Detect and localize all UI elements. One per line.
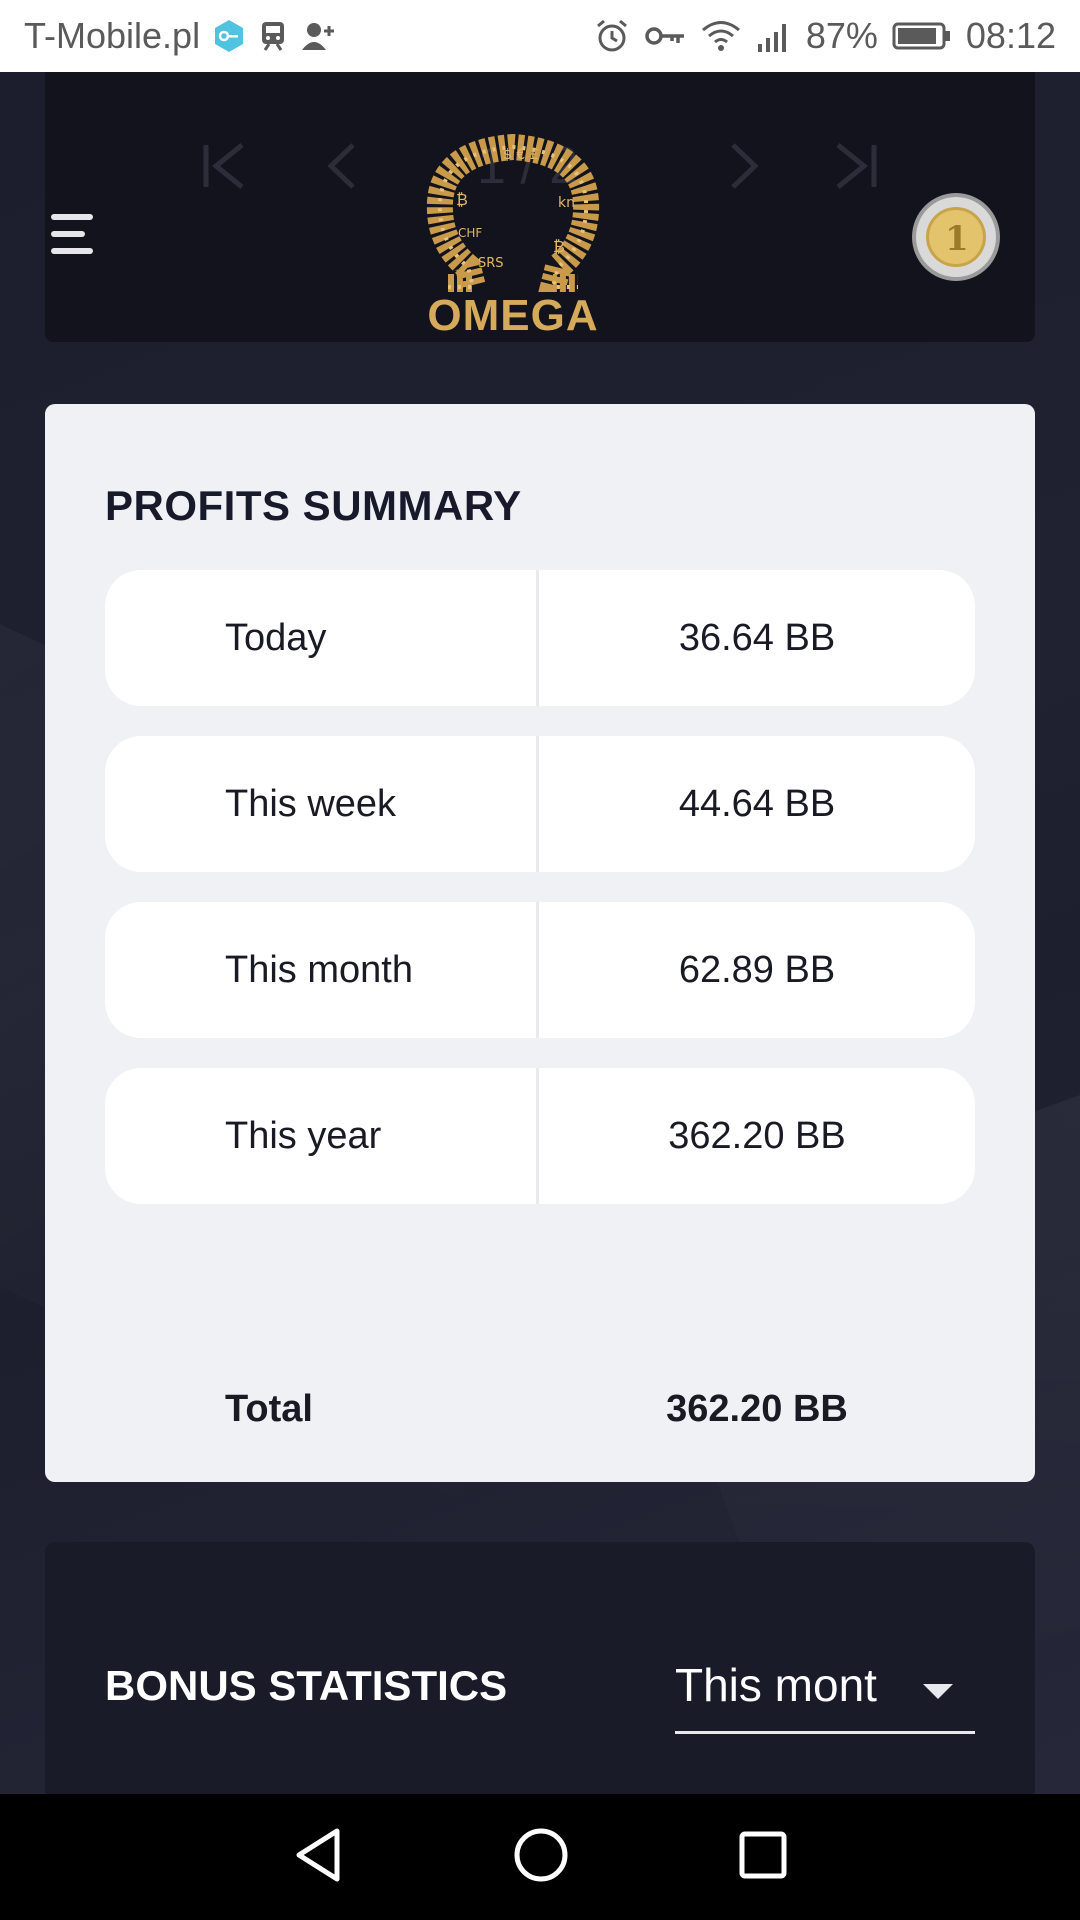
app-content: 1 / 2 ₿ kn CHF ₿ SRS $ € £ OMEGA 1 PROFI… [0,72,1080,1794]
period-select[interactable]: This mont [675,1654,975,1734]
total-value: 362.20 BB [666,1388,848,1430]
profits-summary-title: PROFITS SUMMARY [105,482,522,529]
row-label: Today [225,617,327,659]
row-label: This week [225,783,397,825]
battery-icon [892,21,952,51]
back-button[interactable] [293,1827,343,1888]
row-label: This year [225,1115,382,1157]
total-label: Total [225,1388,313,1430]
profit-row-week: This week 44.64 BB [105,736,975,872]
alarm-icon [594,18,630,54]
train-icon [258,20,288,52]
bonus-statistics-title: BONUS STATISTICS [105,1662,508,1709]
omega-emblem-icon: ₿ kn CHF ₿ SRS $ € £ [426,133,600,300]
svg-text:kn: kn [558,195,575,211]
carrier-name: T-Mobile.pl [24,15,201,56]
omega-logo: ₿ kn CHF ₿ SRS $ € £ OMEGA [418,127,608,342]
header: 1 / 2 ₿ kn CHF ₿ SRS $ € £ OMEGA 1 [45,72,1035,342]
row-value: 362.20 BB [668,1115,846,1157]
svg-text:₿: ₿ [553,237,565,256]
vpn-key-icon [212,19,246,53]
next-page-icon[interactable] [729,142,759,202]
recents-button[interactable] [739,1831,787,1884]
clock: 08:12 [965,15,1056,56]
row-value: 44.64 BB [678,783,836,825]
svg-text:₿: ₿ [456,190,468,209]
svg-text:CHF: CHF [458,226,482,240]
hamburger-icon[interactable] [51,214,93,254]
profit-row-year: This year 362.20 BB [105,1068,975,1204]
previous-page-icon[interactable] [327,142,357,202]
home-button[interactable] [513,1827,569,1888]
svg-text:$ € £: $ € £ [503,147,539,163]
euro-coin-icon[interactable]: 1 [911,192,1001,282]
svg-text:SRS: SRS [478,256,504,271]
logo-text: OMEGA [427,291,599,340]
first-page-icon[interactable] [202,142,246,202]
profit-total-row: Total 362.20 BB [105,1388,975,1448]
status-bar: T-Mobile.pl 87% 08:12 [0,0,1080,72]
profits-summary-card: PROFITS SUMMARY Today 36.64 BB This week… [45,404,1035,1482]
wifi-icon [700,18,742,54]
profit-row-today: Today 36.64 BB [105,570,975,706]
row-value: 62.89 BB [678,949,836,991]
svg-text:1: 1 [945,219,969,259]
last-page-icon[interactable] [834,142,878,202]
row-label: This month [225,949,413,991]
navigation-bar [0,1794,1080,1920]
key-icon [644,24,686,48]
add-person-icon [300,20,336,52]
battery-percent: 87% [805,15,878,56]
bonus-statistics-card: BONUS STATISTICS This mont [45,1542,1035,1794]
row-value: 36.64 BB [678,617,836,659]
profit-row-month: This month 62.89 BB [105,902,975,1038]
signal-icon [756,20,792,52]
dropdown-arrow-icon [923,1684,953,1699]
period-select-value: This mont [675,1659,877,1711]
